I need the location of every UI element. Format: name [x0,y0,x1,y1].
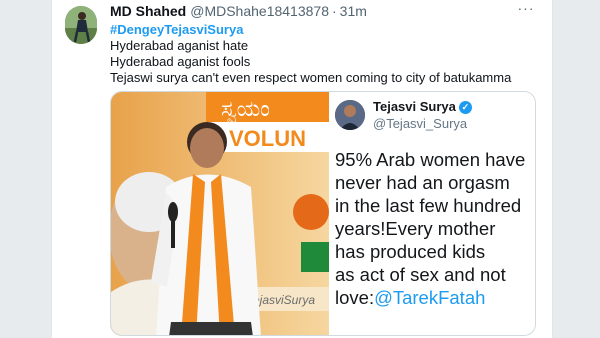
embedded-name-text: Tejasvi Surya [373,99,456,114]
embedded-line-last: love:@TarekFatah [335,286,535,309]
mention-link: @TarekFatah [374,287,486,308]
embedded-line: never had an orgasm [335,172,510,193]
embedded-avatar [335,100,365,130]
tweet-line: Hyderabad aganist hate [110,38,249,53]
avatar[interactable] [65,6,97,44]
embedded-line-prefix: love: [335,287,375,308]
avatar-image [65,6,97,44]
embedded-line: 95% Arab women have [335,149,526,170]
embedded-avatar-image [335,100,365,130]
embedded-tweet: Tejasvi Surya ✓ @Tejasvi_Surya 95% Arab w… [329,92,535,335]
verified-icon: ✓ [458,101,472,115]
tweet-line: Tejaswi surya can't even respect women c… [110,70,512,85]
backdrop-text: ejasviSurya [253,293,315,307]
embedded-line: as act of sex and not [335,264,506,285]
timeline-column: MD Shahed @MDShahe18413878 · 31m ··· #Denge… [51,0,553,338]
tweet-header: MD Shahed @MDShahe18413878 · 31m [110,2,367,20]
embedded-line: has produced kids [335,241,486,262]
author-name[interactable]: MD Shahed [110,3,186,19]
speaker-photo: ಸ್ವಯಂ VOLUN ejasviSurya [111,92,329,335]
hashtag-link[interactable]: #DengeyTejasviSurya [110,22,511,38]
embedded-author-name: Tejasvi Surya ✓ [373,99,472,115]
tweet-timestamp[interactable]: 31m [340,3,367,19]
speaker-photo-image: ಸ್ವಯಂ VOLUN ejasviSurya [111,92,329,335]
embedded-tweet-text: 95% Arab women have never had an orgasm … [335,148,535,309]
banner-script: ಸ್ವಯಂ [221,97,270,124]
tweet-media[interactable]: ಸ್ವಯಂ VOLUN ejasviSurya Tejasvi Surya ✓ … [110,91,536,336]
embedded-line: in the last few hundred [335,195,522,216]
embedded-line: years!Every mother [335,218,496,239]
separator-dot: · [332,3,337,19]
embedded-author-handle: @Tejasvi_Surya [373,116,468,131]
tweet-text: #DengeyTejasviSurya Hyderabad aganist ha… [110,22,511,86]
tweet-line: Hyderabad aganist fools [110,54,251,69]
author-handle[interactable]: @MDShahe18413878 [190,3,329,19]
more-options-icon[interactable]: ··· [516,1,536,18]
banner-text: VOLUN [229,126,306,151]
